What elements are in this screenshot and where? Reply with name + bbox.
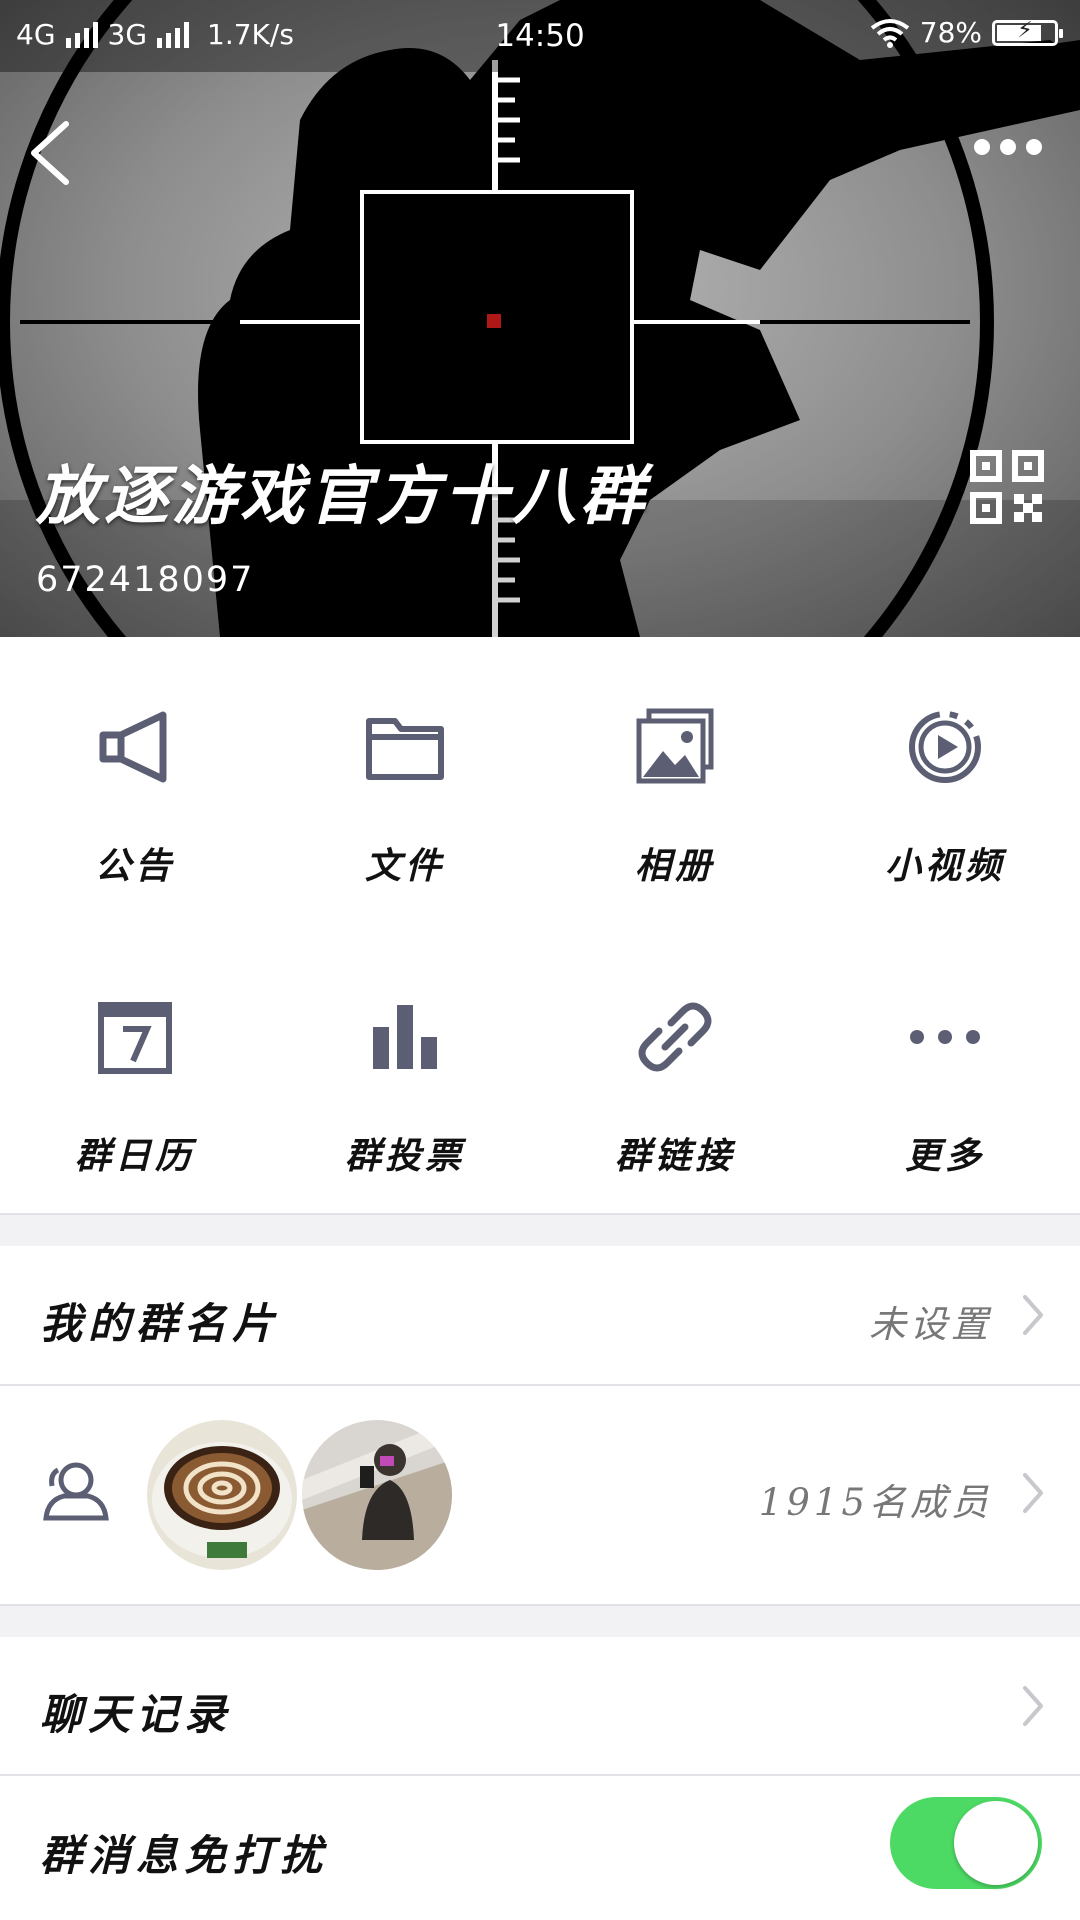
folder-icon	[366, 718, 444, 780]
toggle-knob	[954, 1801, 1038, 1885]
link-icon	[638, 1002, 712, 1072]
more-options-button[interactable]	[974, 130, 1054, 164]
members-row[interactable]: 1915名成员	[0, 1386, 1080, 1604]
video-icon	[909, 711, 981, 783]
grid-item-more[interactable]: 更多	[810, 927, 1080, 1177]
chevron-right-icon	[1023, 1686, 1043, 1726]
more-dots-icon	[910, 1030, 980, 1044]
grid-item-files[interactable]: 文件	[270, 637, 540, 887]
grid-item-vote[interactable]: 群投票	[270, 927, 540, 1177]
row-title: 群消息免打扰	[40, 1831, 329, 1880]
grid-item-link[interactable]: 群链接	[540, 927, 810, 1177]
grid-label: 公告	[94, 845, 175, 887]
row-title: 我的群名片	[40, 1299, 281, 1348]
grid-item-announcement[interactable]: 公告	[0, 637, 270, 887]
grid-label: 更多	[904, 1135, 985, 1177]
grid-label: 相册	[634, 845, 715, 887]
qr-code-icon[interactable]	[970, 450, 1044, 524]
group-name: 放逐游戏官方十八群	[36, 459, 648, 534]
grid-label: 群链接	[614, 1135, 735, 1177]
dot-icon	[1000, 139, 1016, 155]
grid-label: 群日历	[74, 1135, 195, 1177]
megaphone-icon	[99, 711, 167, 783]
chat-history-row[interactable]: 聊天记录	[0, 1637, 1080, 1774]
wifi-icon	[870, 18, 909, 48]
group-id: 672418097	[36, 560, 255, 600]
dot-icon	[1026, 139, 1042, 155]
grid-label: 群投票	[344, 1135, 465, 1177]
my-group-card-row[interactable]: 我的群名片 未设置	[0, 1246, 1080, 1384]
section-divider	[0, 1604, 1080, 1606]
coffee-avatar-image	[147, 1420, 297, 1570]
feature-grid: 公告 文件 相册 小视频 群日历 群投票 群链接 更多	[0, 637, 1080, 1214]
battery-percent: 78%	[919, 16, 982, 49]
member-avatar[interactable]	[302, 1420, 452, 1570]
dot-icon	[974, 139, 990, 155]
back-button[interactable]	[26, 118, 76, 188]
selfie-avatar-image	[302, 1420, 452, 1570]
row-title: 聊天记录	[40, 1690, 233, 1739]
grid-item-short-video[interactable]: 小视频	[810, 637, 1080, 887]
photo-album-icon	[636, 708, 714, 784]
status-bar: 4G 3G 1.7K/s 14:50 78% ⚡	[0, 0, 1080, 72]
battery-icon: ⚡	[992, 18, 1063, 46]
member-avatar[interactable]	[147, 1420, 297, 1570]
header-background-image	[0, 0, 1080, 637]
chevron-right-icon	[1023, 1473, 1043, 1513]
chevron-right-icon	[1023, 1295, 1043, 1335]
section-divider	[0, 1213, 1080, 1215]
member-count: 1915名成员	[758, 1481, 992, 1524]
members-icon	[43, 1462, 109, 1521]
grid-item-calendar[interactable]: 群日历	[0, 927, 270, 1177]
vote-chart-icon	[373, 1005, 437, 1069]
calendar-icon	[98, 1002, 172, 1074]
mute-notifications-row: 群消息免打扰	[0, 1776, 1080, 1920]
grid-label: 文件	[364, 845, 445, 887]
grid-label: 小视频	[884, 845, 1005, 887]
group-header: 4G 3G 1.7K/s 14:50 78% ⚡ 放逐游戏官方十八群 67241…	[0, 0, 1080, 637]
mute-toggle[interactable]	[890, 1797, 1042, 1889]
grid-item-album[interactable]: 相册	[540, 637, 810, 887]
row-value: 未设置	[869, 1303, 992, 1346]
